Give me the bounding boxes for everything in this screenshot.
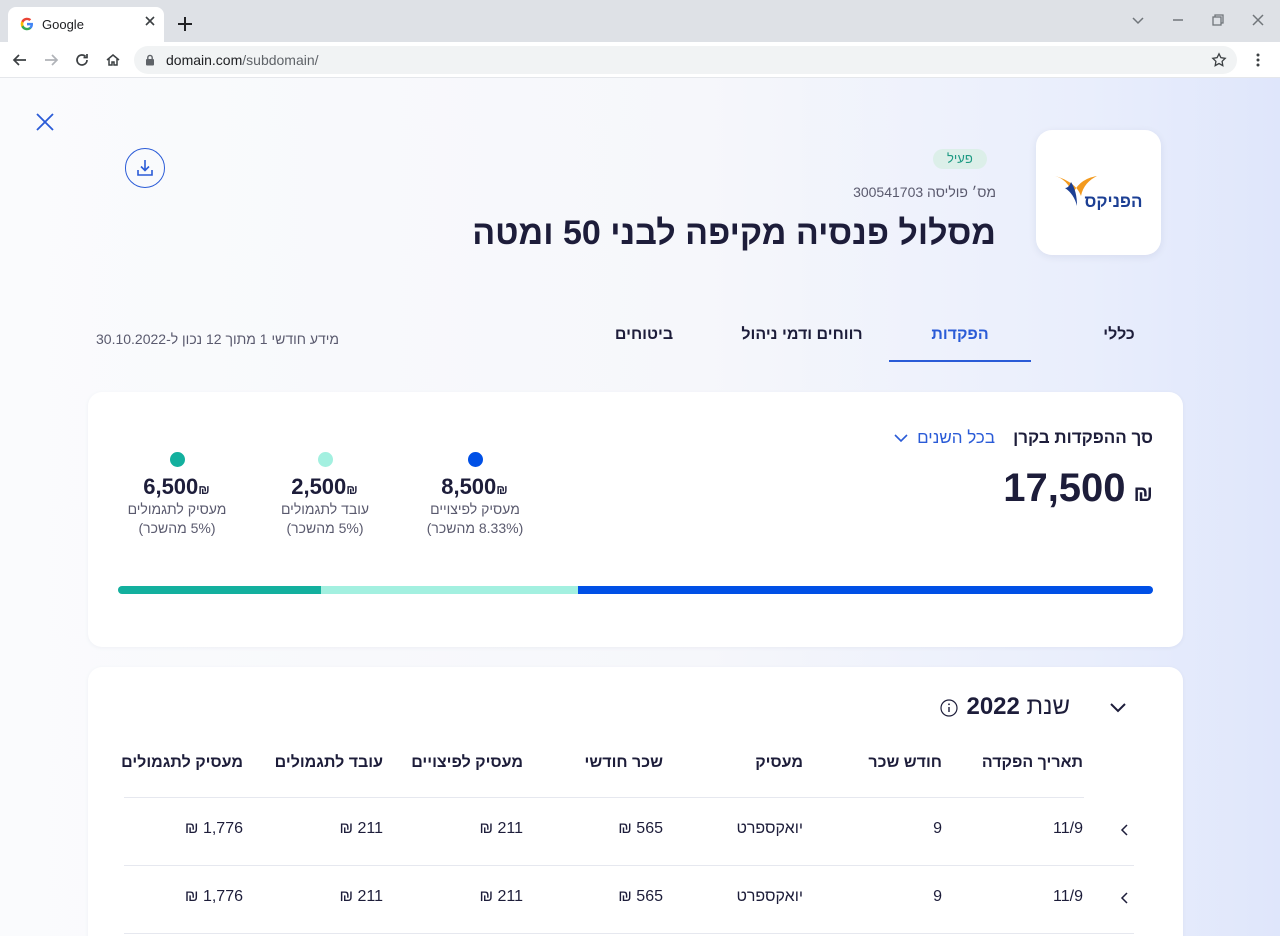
col-salary-month-cell: 9 xyxy=(933,820,942,837)
status-badge: פעיל xyxy=(933,149,987,169)
legend-dot xyxy=(317,452,333,467)
back-icon[interactable] xyxy=(12,52,28,68)
browser-toolbar: domain.com/subdomain/ xyxy=(0,42,1280,78)
browser-tab[interactable]: Google xyxy=(8,7,164,42)
col-monthly-salary-cell: 565 ₪ xyxy=(618,888,663,905)
stat-amount: 6,500₪ xyxy=(143,474,210,499)
total-deposits: 17,500 ₪ xyxy=(1003,466,1153,511)
stat-employee-benefits: 2,500₪ עובד לתגמולים (5% מהשכר) xyxy=(255,452,395,538)
tab-returns-fees[interactable]: רווחים ודמי ניהול xyxy=(740,326,864,362)
col-employer-severance-cell: 211 ₪ xyxy=(479,888,523,905)
row-divider xyxy=(124,865,1134,866)
tab-search-icon[interactable] xyxy=(1131,13,1145,27)
browser-menu-icon[interactable] xyxy=(1250,52,1266,68)
page-title: מסלול פנסיה מקיפה לבני 50 ומטה xyxy=(472,214,996,252)
policy-label: מס׳ פוליסה xyxy=(927,184,996,200)
lock-icon xyxy=(146,54,154,66)
address-bar[interactable]: domain.com/subdomain/ xyxy=(134,46,1237,74)
tab-insurance[interactable]: ביטוחים xyxy=(610,326,678,362)
bookmark-star-icon[interactable] xyxy=(1211,52,1227,68)
policy-number-line: מס׳ פוליסה 300541703 xyxy=(853,184,996,200)
active-tab-indicator xyxy=(889,360,1031,362)
col-employer-cell: יואקספרט xyxy=(736,888,803,905)
stat-sublabel: (8.33% מהשכר) xyxy=(426,520,524,536)
bar-segment xyxy=(320,586,578,594)
stat-employer-severance: 8,500₪ מעסיק לפיצויים (8.33% מהשכר) xyxy=(405,452,545,538)
download-button[interactable] xyxy=(125,148,165,188)
col-monthly-salary-header: שכר חודשי xyxy=(584,754,663,771)
stat-label: עובד לתגמולים xyxy=(280,501,370,517)
chevron-down-icon[interactable] xyxy=(1108,697,1128,717)
close-icon[interactable] xyxy=(34,111,56,133)
col-employer-severance-header: מעסיק לפיצויים xyxy=(411,754,523,771)
year-label: שנת xyxy=(1026,693,1070,720)
policy-number: 300541703 xyxy=(853,184,924,200)
header-divider xyxy=(124,797,1084,798)
stat-sublabel: (5% מהשכר) xyxy=(138,520,216,536)
download-icon xyxy=(137,160,153,176)
browser-tabbar: Google xyxy=(0,0,1280,42)
row-divider xyxy=(124,933,1134,934)
bar-segment xyxy=(577,586,1153,594)
deposits-distribution-bar xyxy=(118,586,1153,594)
company-logo: הפניקס xyxy=(1036,130,1161,255)
period-value: בכל השנים xyxy=(917,428,995,447)
google-icon xyxy=(20,17,33,31)
col-employer-cell: יואקספרט xyxy=(736,820,803,837)
bar-segment xyxy=(118,586,321,594)
col-employer-benefits-cell: 1,776 ₪ xyxy=(184,888,243,905)
stat-label: מעסיק לתגמולים xyxy=(127,501,227,517)
period-dropdown[interactable]: בכל השנים xyxy=(893,428,995,448)
browser-tab-title: Google xyxy=(42,17,84,32)
year-value: 2022 xyxy=(966,693,1020,720)
close-tab-icon[interactable] xyxy=(142,13,158,29)
col-employer-benefits-cell: 1,776 ₪ xyxy=(184,820,243,837)
col-employer-severance-cell: 211 ₪ xyxy=(479,820,523,837)
deposits-summary-card: סך ההפקדות בקרן בכל השנים 17,500 ₪ 8,500₪… xyxy=(88,392,1183,647)
legend-dot xyxy=(169,452,185,467)
total-currency: ₪ xyxy=(1133,481,1153,506)
summary-title: סך ההפקדות בקרן xyxy=(1013,428,1153,447)
home-icon[interactable] xyxy=(105,52,121,68)
chevron-down-icon xyxy=(894,434,908,443)
legend-dot xyxy=(467,452,483,467)
col-deposit-date-cell: 11/9 xyxy=(1053,888,1083,905)
stat-sublabel: (5% מהשכר) xyxy=(286,520,364,536)
url-host: domain.com xyxy=(166,52,243,68)
col-deposit-date-header: תאריך הפקדה xyxy=(981,754,1083,771)
url-text: domain.com/subdomain/ xyxy=(166,52,319,68)
col-salary-month-header: חודש שכר xyxy=(868,754,942,771)
stat-employer-benefits: 6,500₪ מעסיק לתגמולים (5% מהשכר) xyxy=(107,452,247,538)
info-icon[interactable] xyxy=(940,699,958,717)
url-path: /subdomain/ xyxy=(242,52,319,68)
reload-icon[interactable] xyxy=(74,52,90,68)
stat-label: מעסיק לפיצויים xyxy=(430,501,520,517)
new-tab-icon[interactable] xyxy=(176,15,194,33)
col-employer-benefits-header: מעסיק לתגמולים xyxy=(121,754,243,771)
company-logo-text: הפניקס xyxy=(1084,191,1143,211)
col-salary-month-cell: 9 xyxy=(933,888,942,905)
restore-icon[interactable] xyxy=(1211,13,1225,27)
data-as-of-text: מידע חודשי 1 מתוך 12 נכון ל-30.10.2022 xyxy=(96,331,339,347)
window-close-icon[interactable] xyxy=(1251,13,1265,27)
chevron-left-icon[interactable] xyxy=(1118,891,1132,905)
deposits-table-card: שנת 2022 תאריך הפקדה חודש שכר מעסיק שכר חוד… xyxy=(88,667,1183,936)
col-employee-benefits-cell: 211 ₪ xyxy=(339,820,383,837)
total-amount: 17,500 xyxy=(1003,466,1126,510)
year-heading: שנת 2022 xyxy=(966,693,1070,721)
forward-icon[interactable] xyxy=(43,52,59,68)
stat-amount: 2,500₪ xyxy=(291,474,358,499)
col-employee-benefits-cell: 211 ₪ xyxy=(339,888,383,905)
policy-page: הפניקס פעיל מס׳ פוליסה 300541703 מסלול פ… xyxy=(0,78,1280,936)
col-employee-benefits-header: עובד לתגמולים xyxy=(274,754,383,771)
col-monthly-salary-cell: 565 ₪ xyxy=(618,820,663,837)
col-deposit-date-cell: 11/9 xyxy=(1053,820,1083,837)
tab-deposits[interactable]: הפקדות xyxy=(889,326,1031,362)
stat-amount: 8,500₪ xyxy=(441,474,508,499)
tab-general[interactable]: כללי xyxy=(1090,326,1148,362)
minimize-icon[interactable] xyxy=(1171,13,1185,27)
col-employer-header: מעסיק xyxy=(755,754,803,771)
chevron-left-icon[interactable] xyxy=(1118,823,1132,837)
